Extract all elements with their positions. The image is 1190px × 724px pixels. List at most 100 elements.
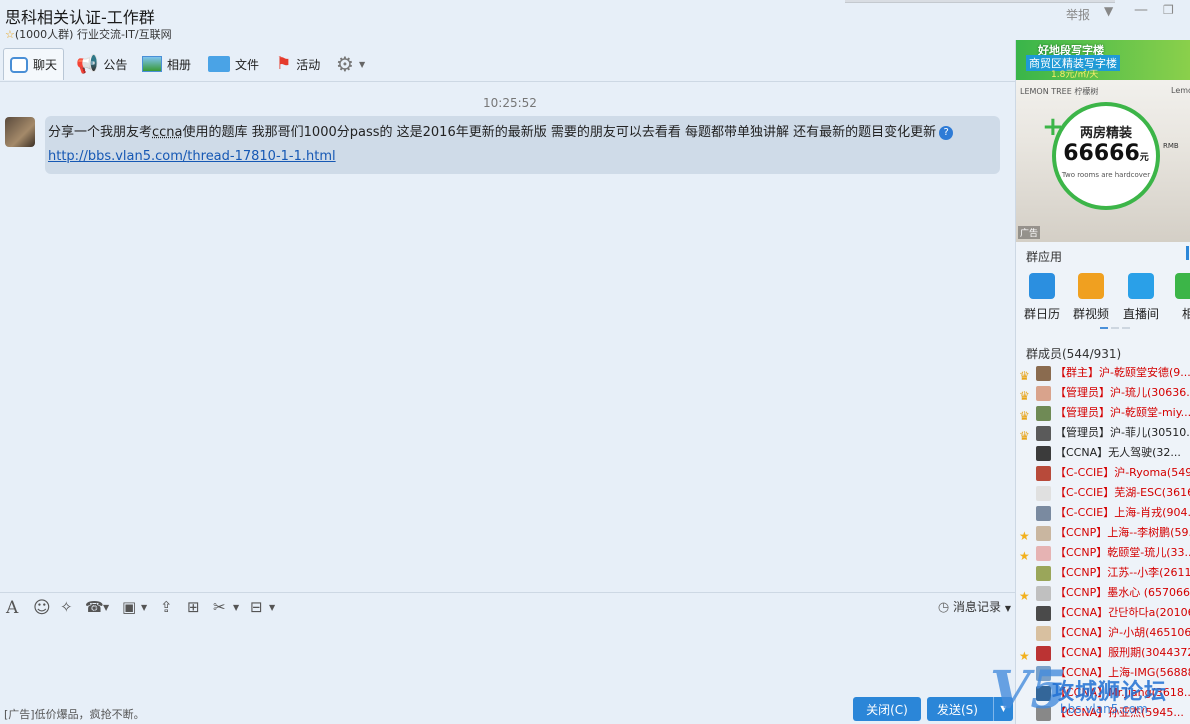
tab-photo-album[interactable]: 相册 [136, 48, 197, 80]
tab-announcement[interactable]: 📢 公告 [70, 48, 133, 80]
member-avatar [1036, 546, 1051, 561]
member-avatar [1036, 586, 1051, 601]
member-name: 【CCNA】无人驾驶(32... [1055, 446, 1181, 459]
app-video[interactable]: 群视频 [1069, 273, 1113, 322]
member-row[interactable]: 【C-CCIE】上海-肖戎(904... [1016, 503, 1190, 523]
ad-line3: 1.8元/㎡/天 [1051, 70, 1099, 80]
app-calendar-label: 群日历 [1023, 307, 1060, 321]
avatar[interactable] [5, 117, 35, 147]
member-name: 【CCNA】沪-小胡(465106... [1055, 626, 1190, 639]
member-row[interactable]: ★ 【CCNP】上海--李树鹏(59... [1016, 523, 1190, 543]
message-history-button[interactable]: ◷ 消息记录 ▼ [938, 598, 1011, 615]
font-icon[interactable]: A [6, 598, 18, 618]
member-row[interactable]: ♛ 【管理员】沪-菲儿(30510... [1016, 423, 1190, 443]
member-avatar [1036, 466, 1051, 481]
message-text-part: 分享一个我朋友考 [48, 125, 153, 140]
screenshot-scissors-icon[interactable]: ✂ [213, 598, 226, 616]
settings-menu[interactable]: ⚙ ▼ [330, 48, 371, 80]
message-term: ccna [152, 125, 183, 140]
chevron-down-icon[interactable]: ▼ [233, 603, 239, 612]
chevron-down-icon[interactable]: ▼ [1104, 4, 1113, 18]
magic-wand-icon[interactable]: ✧ [60, 598, 73, 616]
tab-files[interactable]: 文件 [202, 48, 265, 80]
app-album[interactable]: 相 [1166, 273, 1190, 322]
member-avatar [1036, 426, 1051, 441]
scroll-indicator[interactable] [1186, 246, 1189, 260]
member-row[interactable]: ♛ 【群主】沪-乾颐堂安德(9... [1016, 363, 1190, 383]
gift-icon[interactable]: ⊞ [187, 598, 200, 616]
app-live-room[interactable]: 直播间 [1119, 273, 1163, 322]
photo-album-icon [142, 56, 162, 72]
app-calendar[interactable]: 群日历 [1020, 273, 1064, 322]
member-avatar [1036, 526, 1051, 541]
image-icon[interactable]: ▣ [122, 598, 136, 616]
chevron-down-icon[interactable]: ▼ [269, 603, 275, 612]
bottom-ad[interactable]: [广告]低价爆品，疯抢不断。 [4, 706, 145, 722]
ad-corner-label: 广告 [1018, 226, 1041, 239]
members-title: 群成员(544/931) [1026, 347, 1122, 361]
member-row[interactable]: ♛ 【管理员】沪-乾颐堂-miy... [1016, 403, 1190, 423]
voice-call-icon[interactable]: ☎ [85, 598, 104, 616]
member-row[interactable]: 【CCNA】无人驾驶(32... [1016, 443, 1190, 463]
member-row[interactable]: ♛ 【管理员】沪-琉儿(30636... [1016, 383, 1190, 403]
tab-activities[interactable]: ⚑ 活动 [270, 48, 326, 80]
message-link[interactable]: http://bbs.vlan5.com/thread-17810-1-1.ht… [48, 149, 996, 164]
chevron-down-icon[interactable]: ▼ [141, 603, 147, 612]
star-icon: ☆ [5, 28, 15, 41]
member-name: 【CCNP】上海--李树鹏(59... [1055, 526, 1190, 539]
member-name: 【CCNP】江苏--小李(2611... [1055, 566, 1190, 579]
emoji-icon[interactable]: ☺ [33, 598, 51, 618]
member-row[interactable]: ★ 【CCNP】乾颐堂-琉儿(33... [1016, 543, 1190, 563]
app-pager[interactable] [1100, 327, 1130, 329]
member-avatar [1036, 506, 1051, 521]
ad-brand: LEMON TREE 柠檬树 [1020, 87, 1099, 96]
group-info: ☆(1000人群) 行业交流-IT/互联网 [5, 26, 172, 42]
member-avatar [1036, 486, 1051, 501]
close-button[interactable]: 关闭(C) [853, 697, 921, 721]
member-row[interactable]: 【CCNA】沪-小胡(465106... [1016, 623, 1190, 643]
member-row[interactable]: ★【CCNP】墨水心 (6570661... [1016, 583, 1190, 603]
question-shield-icon[interactable]: ? [939, 125, 954, 140]
ad-headline: 两房精装 [1079, 126, 1132, 141]
member-row[interactable]: 【C-CCIE】芜湖-ESC(3616... [1016, 483, 1190, 503]
album-icon [1175, 273, 1190, 299]
member-avatar [1036, 386, 1051, 401]
tab-chat[interactable]: 聊天 [3, 48, 65, 80]
chevron-down-icon: ▼ [1004, 604, 1011, 613]
forum-watermark: V5 攻城狮论坛 bbs.vlan5.com [990, 660, 1190, 724]
member-avatar [1036, 406, 1051, 421]
message-text: 分享一个我朋友考ccna使用的题库 我那哥们1000分pass的 这是2016年… [48, 124, 996, 142]
right-panel: 好地段写字楼 商贸区精装写字楼 1.8元/㎡/天 LEMON TREE 柠檬树 … [1015, 40, 1190, 724]
member-avatar [1036, 646, 1051, 661]
window-title: 思科相关认证-工作群 [5, 8, 155, 27]
video-icon [1078, 273, 1104, 299]
member-name: 【管理员】沪-乾颐堂-miy... [1055, 406, 1190, 419]
minimize-icon[interactable]: — [1134, 2, 1148, 18]
member-row[interactable]: 【CCNP】江苏--小李(2611... [1016, 563, 1190, 583]
announcement-icon: 📢 [76, 53, 99, 75]
more-apps-icon[interactable]: ⊟ [250, 598, 263, 616]
member-name: 【CCNP】乾颐堂-琉儿(33... [1055, 546, 1190, 559]
chevron-down-icon[interactable]: ▼ [103, 603, 109, 612]
message-input[interactable] [0, 620, 1015, 696]
report-link[interactable]: 举报 [1066, 6, 1090, 23]
tab-files-label: 文件 [235, 57, 260, 72]
member-row[interactable]: 【CCNA】간단하다a(20106... [1016, 603, 1190, 623]
member-row[interactable]: 【C-CCIE】沪-Ryoma(5495... [1016, 463, 1190, 483]
message-text-part: 使用的题库 我那哥们1000分pass的 这是2016年更新的最新版 需要的朋友… [182, 125, 937, 140]
group-category[interactable]: 行业交流-IT/互联网 [77, 28, 172, 41]
tab-activities-label: 活动 [296, 57, 321, 72]
tab-bar: 聊天 📢 公告 相册 文件 ⚑ 活动 ⚙ ▼ [0, 46, 1015, 82]
member-name: 【CCNP】墨水心 (6570661... [1055, 586, 1190, 599]
upload-icon[interactable]: ⇪ [160, 598, 173, 616]
restore-icon[interactable]: ❐ [1163, 3, 1174, 17]
watermark-url: bbs.vlan5.com [1060, 702, 1148, 716]
member-name: 【C-CCIE】沪-Ryoma(5495... [1055, 466, 1190, 479]
chevron-down-icon: ▼ [358, 59, 366, 69]
clock-icon: ◷ [937, 600, 950, 615]
input-toolbar: A ☺ ✧ ☎ ▼ ▣ ▼ ⇪ ⊞ ✂ ▼ ⊟ ▼ ◷ 消息记录 ▼ [0, 592, 1015, 620]
gear-icon: ⚙ [336, 52, 354, 76]
group-size: (1000人群) [14, 28, 74, 41]
ad-banner[interactable]: 好地段写字楼 商贸区精装写字楼 1.8元/㎡/天 LEMON TREE 柠檬树 … [1016, 40, 1190, 242]
ad-price: 66666元 [1056, 141, 1156, 171]
